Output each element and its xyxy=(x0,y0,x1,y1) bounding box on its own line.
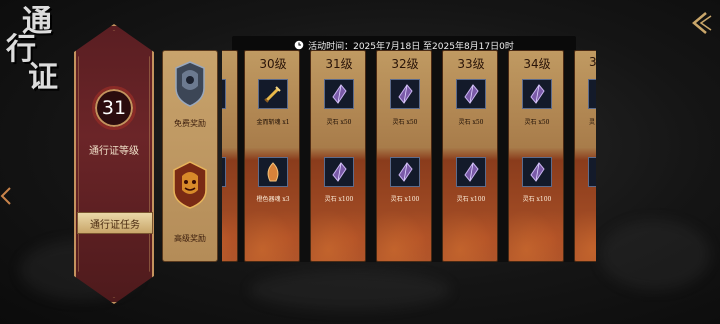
pass-level-value: 31 xyxy=(101,97,127,119)
spirit-stone-icon xyxy=(530,84,545,104)
spirit-stone-icon xyxy=(464,84,479,104)
free-reward-slot[interactable] xyxy=(324,79,354,109)
premium-reward-emblem-icon xyxy=(173,161,207,209)
premium-reward-name: 灵石 x100 xyxy=(522,196,552,203)
premium-reward-slot[interactable] xyxy=(324,157,354,187)
flame-decoration xyxy=(222,203,237,261)
free-reward-name: 灵石 x50 xyxy=(524,119,550,126)
free-reward-slot[interactable] xyxy=(258,79,288,109)
level-column[interactable]: 3 灵 xyxy=(574,50,596,262)
premium-reward-slot[interactable] xyxy=(522,157,552,187)
level-column[interactable] xyxy=(222,50,238,262)
reward-scroll-area[interactable]: 30级 金而斩魂 x1 橙色器魂 x3 31级 灵石 x50 灵石 x100 3… xyxy=(222,50,596,262)
ink-smudge xyxy=(250,270,450,310)
spirit-stone-icon xyxy=(592,161,596,183)
pass-level-label: 通行证等级 xyxy=(89,146,139,157)
free-reward-slot[interactable] xyxy=(522,79,552,109)
level-column[interactable]: 33级 灵石 x50 灵石 x100 xyxy=(442,50,498,262)
flame-decoration xyxy=(377,203,431,261)
spirit-stone-icon xyxy=(530,162,545,182)
free-reward-name: 灵石 x50 xyxy=(326,119,352,126)
orange-soul-icon xyxy=(267,162,279,182)
flame-decoration xyxy=(575,203,596,261)
spirit-stone-icon xyxy=(398,84,413,104)
free-reward-name: 金而斩魂 x1 xyxy=(256,119,290,126)
clock-icon xyxy=(294,40,304,50)
free-reward-slot[interactable] xyxy=(222,79,226,109)
level-column[interactable]: 30级 金而斩魂 x1 橙色器魂 x3 xyxy=(244,50,300,262)
column-level-label: 32级 xyxy=(391,57,419,71)
premium-reward-slot[interactable] xyxy=(456,157,486,187)
spirit-stone-icon xyxy=(464,162,479,182)
column-level-label: 30级 xyxy=(259,57,287,71)
pass-task-button[interactable]: 通行证任务 xyxy=(77,212,153,234)
free-reward-name: 灵 xyxy=(589,119,596,126)
ink-smudge xyxy=(600,220,710,290)
premium-reward-slot[interactable] xyxy=(222,157,226,187)
spirit-stone-icon xyxy=(332,162,347,182)
free-reward-slot[interactable] xyxy=(588,79,596,109)
free-reward-name: 灵石 x50 xyxy=(458,119,484,126)
level-column[interactable]: 31级 灵石 x50 灵石 x100 xyxy=(310,50,366,262)
flame-decoration xyxy=(443,203,497,261)
premium-reward-slot[interactable] xyxy=(258,157,288,187)
premium-reward-name: 灵石 x100 xyxy=(456,196,486,203)
spirit-stone-icon xyxy=(398,162,413,182)
flame-decoration xyxy=(245,203,299,261)
column-level-label: 31级 xyxy=(325,57,353,71)
flame-decoration xyxy=(311,203,365,261)
flame-decoration xyxy=(509,203,563,261)
left-arrow-icon[interactable] xyxy=(0,186,12,206)
spirit-stone-icon xyxy=(332,84,347,104)
premium-reward-slot[interactable] xyxy=(588,157,596,187)
page-title-char: 证 xyxy=(28,60,60,95)
premium-reward-name: 灵石 x100 xyxy=(324,196,354,203)
free-reward-slot[interactable] xyxy=(456,79,486,109)
column-level-label: 3 xyxy=(589,55,596,69)
premium-reward-label: 高级奖励 xyxy=(174,234,206,243)
level-column[interactable]: 32级 灵石 x50 灵石 x100 xyxy=(376,50,432,262)
free-reward-label: 免费奖励 xyxy=(174,119,206,128)
premium-reward-slot[interactable] xyxy=(390,157,420,187)
level-column[interactable]: 34级 灵石 x50 灵石 x100 xyxy=(508,50,564,262)
premium-reward-name: 橙色器魂 x3 xyxy=(256,196,290,203)
pass-level-panel-frame xyxy=(78,30,150,298)
sword-item-icon xyxy=(264,86,281,103)
page-title: 通 行 证 xyxy=(6,7,68,95)
column-level-label: 34级 xyxy=(523,57,551,71)
free-reward-name: 灵石 x50 xyxy=(392,119,418,126)
pass-level-badge: 31 xyxy=(92,86,136,130)
column-level-label: 33级 xyxy=(457,57,485,71)
collapse-arrow-icon[interactable] xyxy=(688,10,714,36)
free-reward-emblem-icon xyxy=(175,61,205,107)
spirit-stone-icon xyxy=(592,83,596,105)
premium-reward-name: 灵石 x100 xyxy=(390,196,420,203)
free-reward-slot[interactable] xyxy=(390,79,420,109)
